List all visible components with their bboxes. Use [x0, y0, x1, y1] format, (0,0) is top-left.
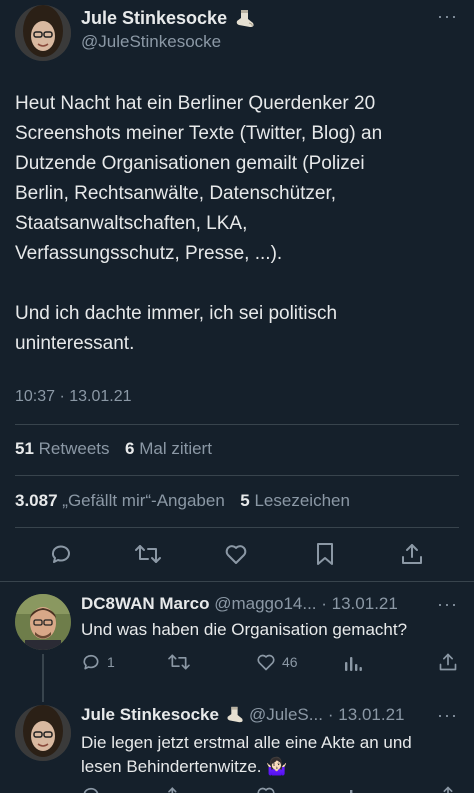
reply-date[interactable]: · 13.01.21	[328, 705, 405, 725]
views-icon[interactable]	[343, 653, 363, 673]
author-name[interactable]: Jule Stinkesocke	[81, 8, 227, 29]
bookmark-icon[interactable]	[312, 541, 338, 567]
like-icon[interactable]	[256, 785, 276, 793]
retweet-icon[interactable]	[167, 652, 191, 672]
thread-line	[42, 654, 44, 702]
sock-icon	[224, 706, 244, 724]
author-handle[interactable]: @JuleStinkesocke	[81, 32, 221, 52]
like-count: 46	[282, 654, 298, 670]
reply-text: Die legen jetzt erstmal alle eine Akte a…	[81, 733, 412, 776]
reply-icon[interactable]	[48, 541, 74, 567]
reply-icon	[81, 652, 101, 672]
reply-action-like[interactable]: 46	[256, 652, 298, 672]
like-stats[interactable]: 3.087 „Gefällt mir“-Angaben 5 Lesezeiche…	[15, 491, 350, 511]
reply-icon[interactable]	[81, 785, 101, 793]
reply-author-name[interactable]: DC8WAN Marco	[81, 594, 209, 613]
tweet-timestamp[interactable]: 10:37 · 13.01.21	[15, 388, 132, 406]
reply-action-reply[interactable]: 1	[81, 652, 115, 672]
reply-author-handle[interactable]: @maggo14...	[214, 594, 316, 613]
retweet-icon[interactable]	[133, 541, 163, 567]
reply-author-handle[interactable]: @JuleS...	[249, 705, 323, 725]
reply-text: Und was haben die Organisation gemacht?	[81, 620, 408, 639]
reply-author-name[interactable]: Jule Stinkesocke	[81, 705, 219, 725]
more-icon[interactable]: ···	[437, 594, 458, 615]
share-icon[interactable]	[438, 785, 458, 793]
reply-date[interactable]: · 13.01.21	[321, 594, 398, 613]
share-icon[interactable]	[399, 541, 425, 567]
tweet-text: Heut Nacht hat ein Berliner Querdenker 2…	[15, 93, 383, 354]
reply-count: 1	[107, 654, 115, 670]
reply-header: DC8WAN Marco @maggo14... · 13.01.21	[81, 594, 398, 614]
retweet-icon[interactable]	[167, 785, 191, 793]
reply-avatar[interactable]	[15, 705, 71, 761]
like-icon[interactable]	[223, 541, 249, 567]
author-avatar[interactable]	[15, 5, 71, 61]
reply-avatar[interactable]	[15, 594, 71, 650]
share-icon[interactable]	[438, 652, 458, 672]
like-icon	[256, 652, 276, 672]
reply-header: Jule Stinkesocke @JuleS... · 13.01.21	[81, 705, 404, 725]
sock-icon	[233, 9, 255, 29]
retweet-stats[interactable]: 51 Retweets 6 Mal zitiert	[15, 439, 212, 459]
more-icon[interactable]: ···	[437, 6, 458, 27]
views-icon[interactable]	[343, 786, 363, 793]
more-icon[interactable]: ···	[437, 705, 458, 726]
